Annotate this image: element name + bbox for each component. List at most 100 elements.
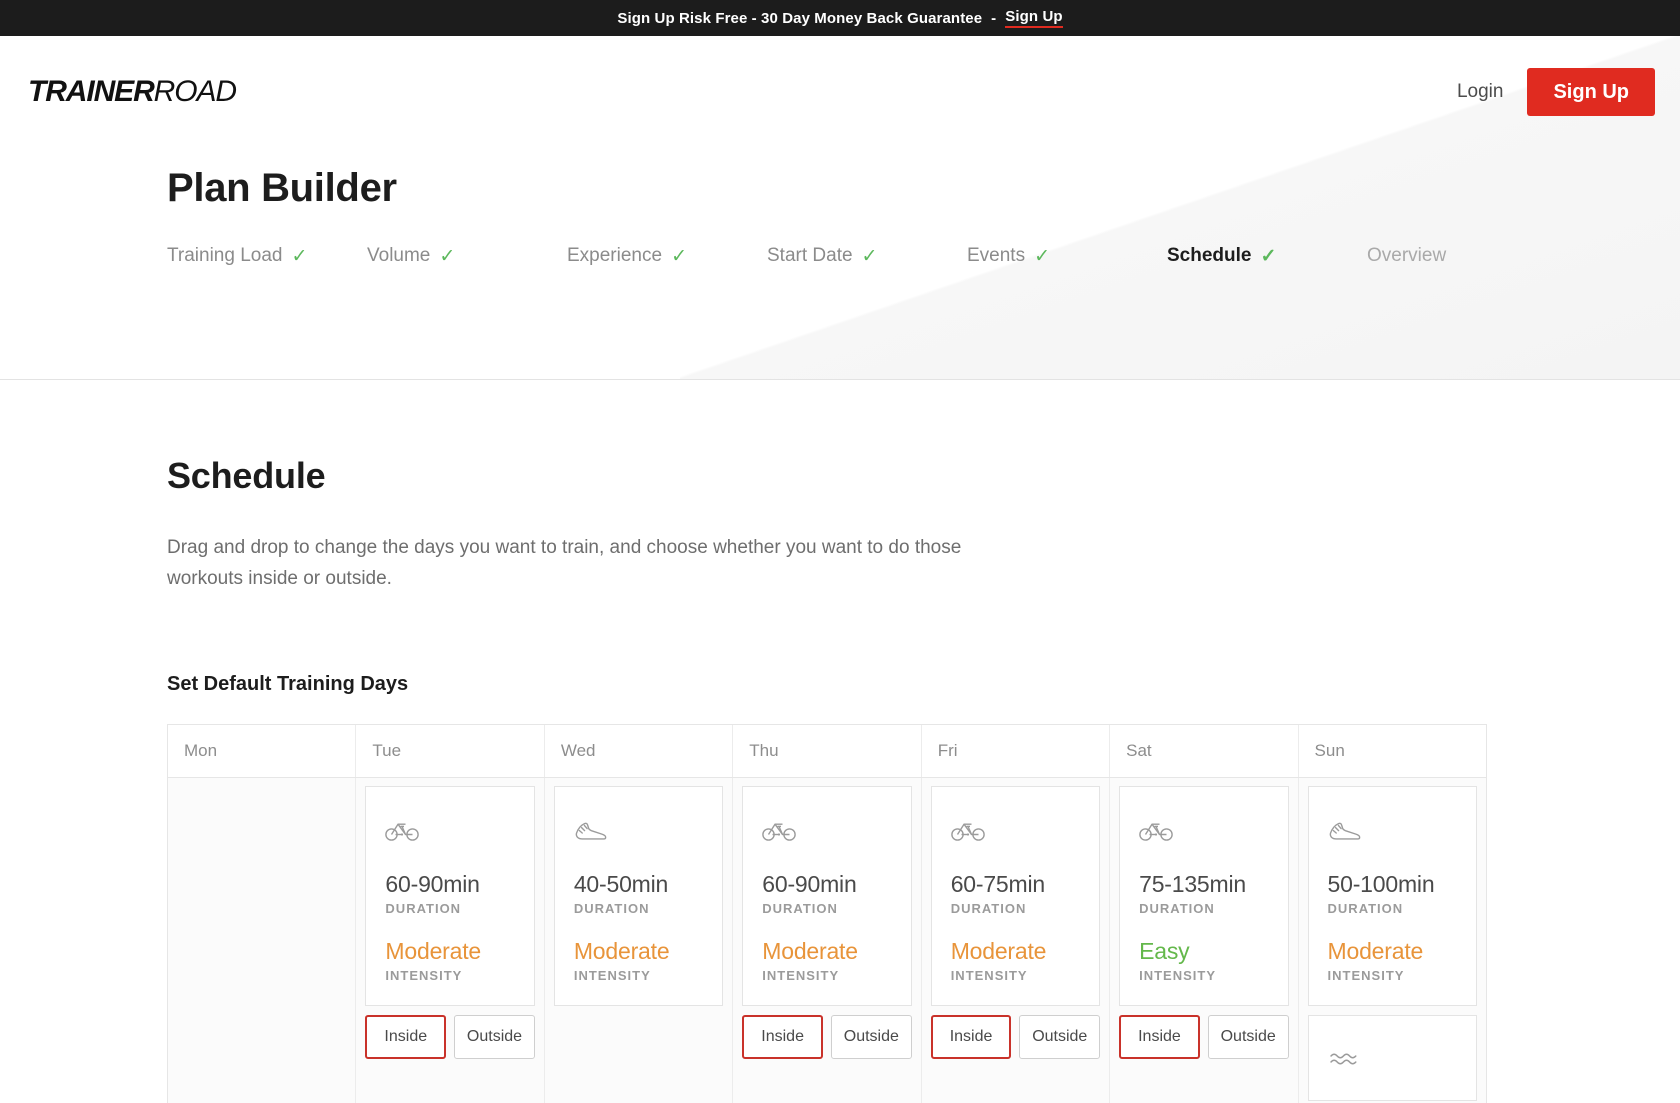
main-content: Schedule Drag and drop to change the day… [0,380,1680,1103]
promo-signup-link[interactable]: Sign Up [1005,8,1063,28]
promo-separator: - [991,9,997,27]
page-title: Plan Builder [167,166,397,210]
calendar-column-mon[interactable] [168,777,356,1103]
workout-intensity-value: Moderate [762,937,858,964]
workout-intensity-value: Easy [1139,937,1190,964]
workout-duration-label: DURATION [950,900,1027,916]
step-complete-check-icon: ✓ [861,245,878,267]
workout-intensity-value: Moderate [385,937,481,964]
workout-duration-label: DURATION [1139,900,1215,916]
calendar-column-sun[interactable]: 50-100min DURATION Moderate INTENSITY [1297,777,1486,1103]
workout-card[interactable]: 40-50min DURATION Moderate INTENSITY [553,785,724,1006]
workout-slot [1307,1014,1477,1101]
workout-intensity-value: Moderate [950,937,1047,964]
inside-button[interactable]: Inside [742,1014,823,1059]
step-complete-check-icon: ✓ [291,245,308,267]
workout-duration-label: DURATION [762,900,838,916]
signup-button[interactable]: Sign Up [1527,68,1655,116]
outside-button[interactable]: Outside [830,1014,912,1059]
calendar-day-header-sun: Sun [1297,724,1486,777]
step-label: Overview [1367,245,1447,266]
calendar-column-fri[interactable]: 60-75min DURATION Moderate INTENSITY Inside O… [920,777,1110,1103]
step-schedule[interactable]: Schedule ✓ [1167,245,1367,267]
workout-duration-value: 75-135min [1139,870,1246,897]
run-shoe-icon [574,811,703,849]
workout-intensity-value: Moderate [1327,937,1424,964]
workout-slot: 60-75min DURATION Moderate INTENSITY Inside O… [930,785,1101,1059]
step-volume[interactable]: Volume ✓ [367,245,567,267]
step-training-load[interactable]: Training Load ✓ [167,245,367,267]
step-complete-check-icon: ✓ [1260,245,1277,267]
hero-section: TRAINERROAD Login Sign Up Plan Builder T… [0,36,1680,379]
workout-intensity-label: INTENSITY [385,967,463,983]
workout-duration-value: 50-100min [1327,870,1435,897]
inside-outside-toggle: Inside Outside [930,1014,1101,1059]
bike-icon [385,811,514,849]
step-experience[interactable]: Experience ✓ [567,245,767,267]
inside-button[interactable]: Inside [1119,1014,1200,1059]
calendar-day-header-fri: Fri [920,724,1109,777]
bike-icon [1139,811,1268,849]
workout-card[interactable]: 60-90min DURATION Moderate INTENSITY [742,785,912,1006]
trainerroad-logo[interactable]: TRAINERROAD [28,75,237,109]
inside-outside-toggle: Inside Outside [742,1014,912,1059]
logo-text-secondary: ROAD [153,75,237,108]
workout-duration-label: DURATION [1327,900,1404,916]
step-label: Experience [567,245,663,266]
calendar-header-row: Mon Tue Wed Thu Fri Sat Sun [168,724,1486,778]
inside-button[interactable]: Inside [365,1014,447,1059]
workout-card[interactable] [1307,1014,1477,1101]
logo-text-primary: TRAINER [28,75,155,108]
step-progress-nav: Training Load ✓ Volume ✓ Experience ✓ Start Da… [0,211,1680,267]
workout-duration-value: 60-90min [762,870,857,897]
step-label: Schedule [1167,245,1252,266]
calendar-column-sat[interactable]: 75-135min DURATION Easy INTENSITY Inside Outs… [1109,777,1298,1103]
promo-banner: Sign Up Risk Free - 30 Day Money Back Gu… [0,0,1680,36]
step-complete-check-icon: ✓ [1034,245,1051,267]
outside-button[interactable]: Outside [1019,1014,1101,1059]
section-title: Schedule [167,455,326,496]
login-link[interactable]: Login [1457,81,1504,103]
step-overview: Overview [1367,245,1567,267]
step-start-date[interactable]: Start Date ✓ [767,245,967,267]
workout-duration-value: 60-75min [950,870,1045,897]
outside-button[interactable]: Outside [1207,1014,1289,1059]
workout-intensity-label: INTENSITY [573,967,651,983]
workout-duration-value: 40-50min [573,870,669,897]
step-label: Volume [367,245,431,266]
workout-intensity-label: INTENSITY [762,967,840,983]
bike-icon [950,811,1080,849]
workout-intensity-value: Moderate [573,937,670,964]
outside-button[interactable]: Outside [454,1014,535,1059]
step-label: Start Date [767,245,853,266]
step-events[interactable]: Events ✓ [967,245,1167,267]
calendar-column-wed[interactable]: 40-50min DURATION Moderate INTENSITY [543,777,733,1103]
top-navigation: TRAINERROAD Login Sign Up [0,36,1680,148]
calendar-day-header-thu: Thu [732,724,920,777]
top-navigation-actions: Login Sign Up [1457,68,1655,116]
workout-slot: 40-50min DURATION Moderate INTENSITY [553,785,724,1006]
calendar-column-thu[interactable]: 60-90min DURATION Moderate INTENSITY Inside O… [732,777,921,1103]
calendar-column-tue[interactable]: 60-90min DURATION Moderate INTENSITY Inside O… [355,777,544,1103]
workout-card[interactable]: 60-75min DURATION Moderate INTENSITY [930,785,1101,1006]
workout-intensity-label: INTENSITY [950,967,1028,983]
section-description: Drag and drop to change the days you wan… [167,537,962,590]
bike-icon [762,811,891,849]
inside-outside-toggle: Inside Outside [365,1014,535,1059]
workout-card[interactable]: 75-135min DURATION Easy INTENSITY [1119,785,1289,1006]
workout-slot: 60-90min DURATION Moderate INTENSITY Inside O… [742,785,912,1059]
calendar-day-header-sat: Sat [1109,724,1297,777]
step-label: Training Load [167,245,283,266]
workout-duration-label: DURATION [573,900,650,916]
workout-intensity-label: INTENSITY [1327,967,1405,983]
workout-card[interactable]: 50-100min DURATION Moderate INTENSITY [1307,785,1477,1006]
step-complete-check-icon: ✓ [439,245,456,267]
workout-card[interactable]: 60-90min DURATION Moderate INTENSITY [365,785,535,1006]
calendar-day-header-wed: Wed [543,724,732,777]
workout-slot: 75-135min DURATION Easy INTENSITY Inside Outs… [1119,785,1289,1059]
step-label: Events [967,245,1026,266]
inside-button[interactable]: Inside [930,1014,1012,1059]
workout-slot: 50-100min DURATION Moderate INTENSITY [1307,785,1477,1006]
calendar-day-header-tue: Tue [355,724,543,777]
training-days-calendar: Mon Tue Wed Thu Fri Sat Sun 60-90min DURATION Mo… [167,723,1487,1103]
